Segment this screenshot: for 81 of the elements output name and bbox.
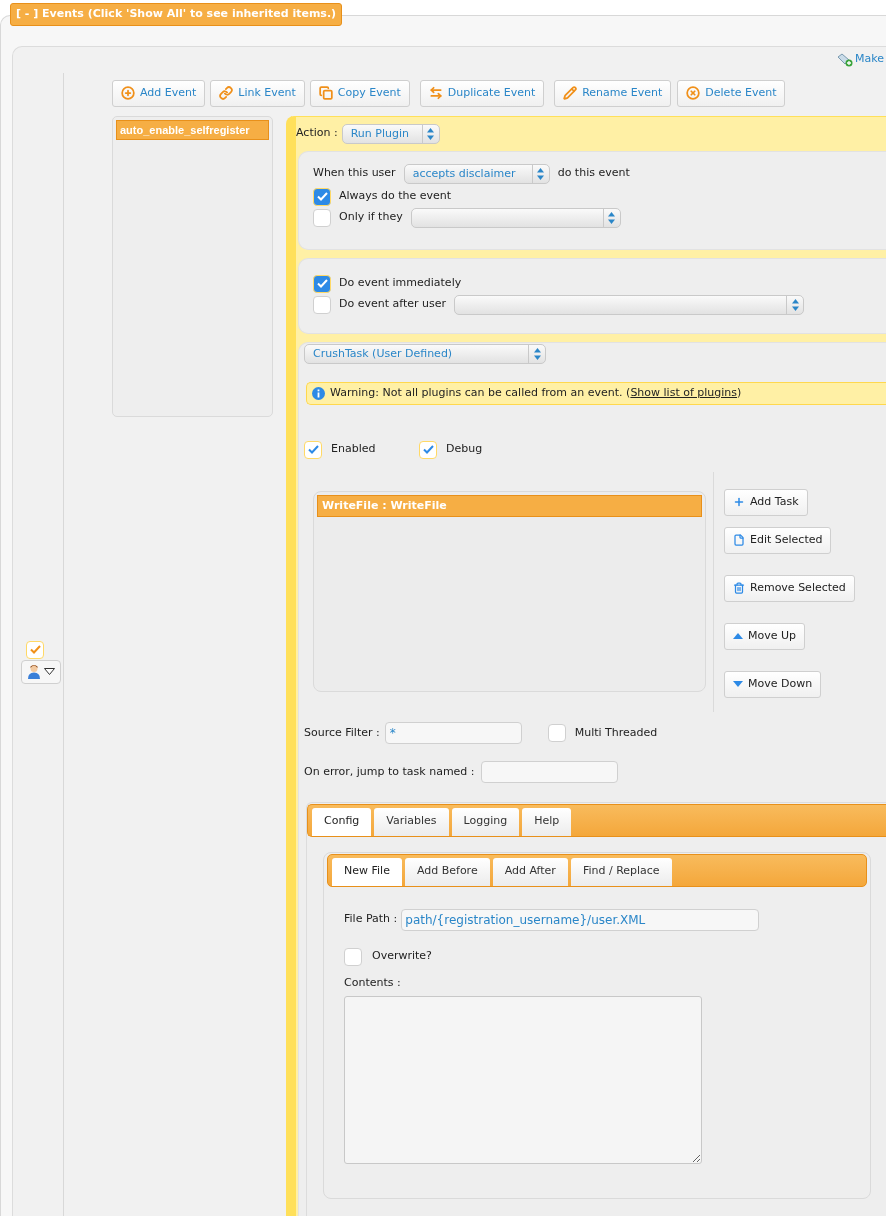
toolbar-button[interactable]: Rename Event	[554, 79, 672, 107]
overwrite-checkbox[interactable]	[344, 947, 362, 966]
tag-add-icon	[837, 52, 853, 67]
source-filter-label: Source Filter :	[304, 724, 380, 741]
toolbar-button[interactable]: Add Event	[112, 79, 206, 107]
flag-checkbox[interactable]	[419, 440, 437, 459]
contents-label: Contents :	[344, 974, 402, 990]
task-button[interactable]: Move Down	[724, 670, 822, 698]
task-button[interactable]: Move Up	[724, 622, 806, 650]
updown-arrows-icon	[537, 167, 545, 180]
option-label: Always do the event	[339, 188, 452, 205]
option-checkbox[interactable]	[313, 208, 331, 227]
check-icon	[307, 445, 319, 454]
flag-label: Enabled	[331, 441, 376, 458]
updown-arrows-icon	[608, 211, 616, 224]
plugin-list-link[interactable]: Show list of plugins	[630, 385, 738, 399]
updown-arrows-icon	[427, 127, 435, 140]
tab[interactable]: Config	[312, 807, 372, 836]
action-select[interactable]: Run Plugin	[341, 123, 440, 144]
tab[interactable]: Add After	[492, 857, 568, 886]
plus-icon	[733, 496, 745, 508]
delete-circle-icon	[686, 86, 701, 100]
trash-icon	[733, 582, 745, 594]
source-filter-field[interactable]: *	[384, 722, 522, 744]
up-triangle-icon	[733, 633, 743, 639]
overwrite-label: Overwrite?	[372, 948, 432, 965]
trigger-suffix: do this event	[557, 165, 630, 182]
make-link[interactable]: Make	[855, 51, 884, 68]
file-path-label: File Path :	[344, 911, 398, 928]
updown-arrows-icon	[791, 298, 799, 311]
toolbar-button[interactable]: Delete Event	[677, 79, 786, 107]
check-icon	[316, 279, 328, 288]
toolbar-button[interactable]: Duplicate Event	[419, 79, 545, 107]
timing-label: Do event immediately	[339, 275, 462, 292]
flag-checkbox[interactable]	[304, 440, 322, 459]
user-figure-icon	[27, 664, 41, 679]
tab[interactable]: Add Before	[404, 857, 490, 886]
check-icon	[316, 192, 328, 201]
tab[interactable]: Logging	[451, 807, 520, 836]
swap-arrows-icon	[428, 86, 443, 100]
check-icon	[422, 445, 434, 454]
copy-icon	[318, 86, 333, 100]
down-triangle-icon	[733, 681, 743, 687]
plus-circle-icon	[121, 86, 135, 100]
dropdown-triangle-icon	[44, 668, 55, 675]
updown-arrows-icon	[533, 347, 541, 360]
task-button[interactable]: Add Task	[724, 488, 808, 516]
info-icon	[312, 386, 325, 400]
timing-label: Do event after user	[339, 296, 447, 313]
plugin-select[interactable]: CrushTask (User Defined)	[304, 343, 546, 364]
trigger-select[interactable]: accepts disclaimer	[403, 163, 550, 184]
tab[interactable]: Find / Replace	[570, 857, 672, 886]
trigger-prefix: When this user	[313, 165, 396, 182]
contents-field[interactable]	[344, 995, 702, 1164]
file-path-field[interactable]: path/{registration_username}/user.XML	[401, 908, 760, 931]
option-checkbox[interactable]	[313, 187, 331, 206]
task-button[interactable]: Edit Selected	[724, 526, 832, 554]
user-dropdown[interactable]	[21, 659, 61, 684]
pencil-icon	[563, 86, 578, 100]
tab[interactable]: Help	[522, 807, 572, 836]
toolbar-button[interactable]: Link Event	[210, 79, 305, 107]
warning-text: Warning: Not all plugins can be called from an event. (Show list of plugins)	[330, 384, 742, 401]
multi-threaded-checkbox[interactable]	[547, 724, 566, 742]
tab[interactable]: New File	[332, 857, 402, 886]
on-error-label: On error, jump to task named :	[304, 763, 475, 780]
toolbar-button[interactable]: Copy Event	[309, 79, 410, 107]
action-label: Action :	[296, 125, 338, 142]
flag-label: Debug	[446, 441, 483, 458]
timing-checkbox[interactable]	[313, 274, 331, 293]
on-error-field[interactable]	[480, 761, 618, 783]
enable-checkbox[interactable]	[26, 640, 44, 659]
check-icon	[29, 645, 41, 654]
condition-select[interactable]	[410, 207, 621, 228]
task-button[interactable]: Remove Selected	[724, 574, 855, 602]
multi-threaded-label: Multi Threaded	[574, 724, 658, 741]
option-label: Only if they	[339, 209, 403, 226]
user-action-select[interactable]	[454, 294, 805, 315]
tab[interactable]: Variables	[374, 807, 449, 836]
timing-checkbox[interactable]	[313, 295, 331, 314]
document-icon	[733, 534, 745, 546]
link-icon	[219, 86, 234, 100]
